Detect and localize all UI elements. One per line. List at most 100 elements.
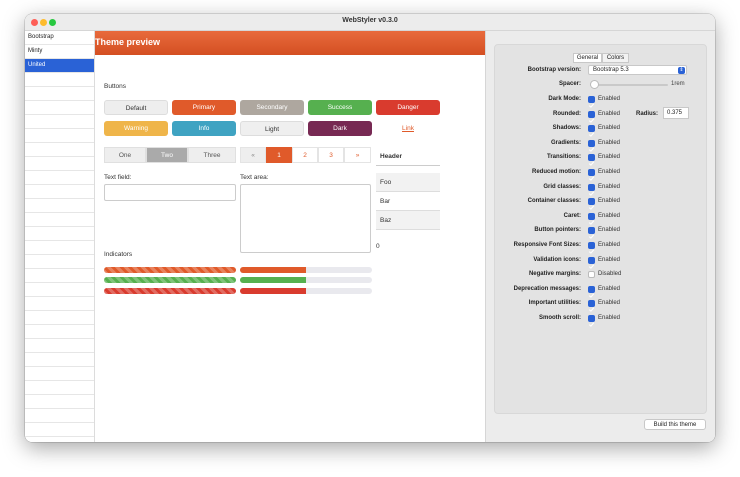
segment-two[interactable]: Two (146, 147, 188, 163)
button-pointers-checkbox[interactable] (588, 227, 595, 239)
option-row-deprecation-messages: Deprecation messages: Enabled (495, 284, 708, 298)
list-item (25, 73, 94, 87)
warning-button[interactable]: Warning (104, 121, 168, 136)
dark-button[interactable]: Dark (308, 121, 372, 136)
success-button[interactable]: Success (308, 100, 372, 115)
info-button[interactable]: Info (172, 121, 236, 136)
spacer-label: Spacer: (558, 81, 581, 87)
pagination-prev[interactable]: « (240, 147, 266, 163)
pagination-next[interactable]: » (344, 147, 371, 163)
option-row-transitions: Transitions: Enabled (495, 152, 708, 166)
list-item (25, 339, 94, 353)
text-area-label: Text area: (240, 174, 269, 181)
primary-button[interactable]: Primary (172, 100, 236, 115)
option-row-dark-mode: Dark Mode: Enabled (495, 94, 708, 108)
reduced-motion-checkbox[interactable] (588, 169, 595, 181)
option-row-shadows: Shadows: Enabled (495, 123, 708, 137)
option-row-negative-margins: Negative margins: Disabled (495, 269, 708, 281)
tab-colors[interactable]: Colors (602, 53, 629, 63)
option-row-button-pointers: Button pointers: Enabled (495, 225, 708, 239)
negative-margins-checkbox[interactable] (588, 271, 595, 278)
progress-fill (240, 277, 306, 283)
list-item (25, 185, 94, 199)
link-button[interactable]: Link (376, 121, 440, 136)
option-label: Dark Mode: (548, 96, 581, 102)
build-theme-button[interactable]: Build this theme (644, 419, 706, 430)
option-state: Enabled (598, 213, 621, 219)
sidebar-item-united[interactable]: United (25, 59, 94, 73)
radius-label: Radius: (636, 111, 659, 117)
option-state: Enabled (598, 198, 621, 204)
pagination-page-1[interactable]: 1 (266, 147, 292, 163)
responsive-font-sizes-checkbox[interactable] (588, 242, 595, 254)
default-button[interactable]: Default (104, 100, 168, 115)
list-item (25, 409, 94, 423)
deprecation-messages-checkbox[interactable] (588, 286, 595, 298)
spacer-row: Spacer: 1rem (495, 79, 708, 91)
option-label: Deprecation messages: (513, 286, 581, 292)
container-classes-checkbox[interactable] (588, 198, 595, 210)
pagination-page-3[interactable]: 3 (318, 147, 344, 163)
grid-classes-checkbox[interactable] (588, 184, 595, 196)
transitions-checkbox[interactable] (588, 154, 595, 166)
segment-three[interactable]: Three (188, 147, 236, 163)
option-state: Enabled (598, 286, 621, 292)
progress-fill (240, 288, 306, 294)
list-item (25, 129, 94, 143)
tab-general[interactable]: General (573, 53, 602, 63)
segment-one[interactable]: One (104, 147, 146, 163)
table-row: Baz (376, 211, 440, 230)
option-label: Transitions: (546, 154, 581, 160)
danger-button[interactable]: Danger (376, 100, 440, 115)
option-label: Container classes: (527, 198, 581, 204)
option-label: Rounded: (553, 111, 581, 117)
option-state: Enabled (598, 300, 621, 306)
version-select-value: Bootstrap 5.3 (593, 67, 629, 73)
caret-checkbox[interactable] (588, 213, 595, 225)
progress-bar-danger (240, 288, 372, 294)
option-state: Enabled (598, 169, 621, 175)
settings-panel: General Colors Bootstrap version: Bootst… (494, 44, 707, 414)
option-label: Smooth scroll: (538, 315, 581, 321)
text-field-label: Text field: (104, 174, 132, 181)
important-utilities-checkbox[interactable] (588, 300, 595, 312)
list-item (25, 423, 94, 437)
shadows-checkbox[interactable] (588, 125, 595, 137)
version-select[interactable]: Bootstrap 5.3 ⇕ (588, 65, 687, 75)
text-field[interactable] (104, 184, 236, 201)
light-button[interactable]: Light (240, 121, 304, 136)
app-window: WebStyler v0.3.0 Bootstrap Minty United (25, 14, 715, 442)
list-item (25, 227, 94, 241)
option-label: Responsive Font Sizes: (513, 242, 581, 248)
option-label: Grid classes: (543, 184, 581, 190)
text-area[interactable] (240, 184, 371, 253)
option-label: Caret: (563, 213, 581, 219)
option-state: Enabled (598, 257, 621, 263)
validation-icons-checkbox[interactable] (588, 257, 595, 269)
table-row: Bar (376, 192, 440, 211)
secondary-button[interactable]: Secondary (240, 100, 304, 115)
preview-title: Theme preview (95, 37, 161, 47)
gradients-checkbox[interactable] (588, 140, 595, 152)
smooth-scroll-checkbox[interactable] (588, 315, 595, 327)
progress-bar-striped-primary (104, 267, 236, 273)
option-row-rounded: Rounded: Enabled Radius: 0.375 (495, 107, 708, 123)
option-row-caret: Caret: Enabled (495, 211, 708, 225)
list-item (25, 213, 94, 227)
sidebar-item-minty[interactable]: Minty (25, 45, 94, 59)
option-row-reduced-motion: Reduced motion: Enabled (495, 167, 708, 181)
spacer-slider[interactable] (590, 84, 668, 86)
spacer-slider-handle[interactable] (590, 80, 599, 89)
option-row-responsive-font-sizes: Responsive Font Sizes: Enabled (495, 240, 708, 254)
pagination-page-2[interactable]: 2 (292, 147, 318, 163)
spacer-value: 1rem (671, 81, 685, 87)
rounded-checkbox[interactable] (588, 111, 595, 123)
dark-mode-checkbox[interactable] (588, 96, 595, 108)
theme-preview: Theme preview Buttons Default Primary Se… (95, 31, 485, 442)
option-row-validation-icons: Validation icons: Enabled (495, 255, 708, 269)
preview-header: Theme preview (95, 31, 485, 55)
sidebar-item-bootstrap[interactable]: Bootstrap (25, 31, 94, 45)
list-item (25, 283, 94, 297)
buttons-label: Buttons (104, 83, 127, 90)
radius-input[interactable]: 0.375 (663, 107, 689, 119)
